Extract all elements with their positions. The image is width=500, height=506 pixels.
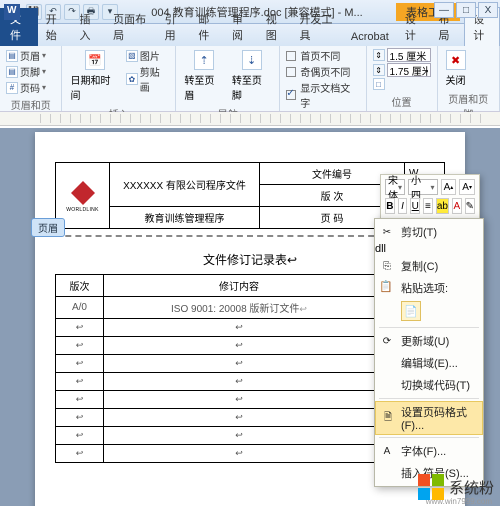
tab-table-design[interactable]: 设计: [397, 8, 431, 46]
minimize-button[interactable]: —: [434, 2, 454, 18]
footer-icon: ▤: [6, 66, 18, 78]
paste-options-row: 📄: [375, 299, 483, 325]
page-number-button[interactable]: #页码▾: [6, 80, 46, 95]
horizontal-ruler[interactable]: [0, 112, 500, 126]
paste-keep-formatting-button[interactable]: 📄: [401, 301, 421, 321]
menu-cut[interactable]: ✂剪切(T): [375, 221, 483, 243]
menu-separator: [379, 327, 479, 328]
menu-separator: [379, 398, 479, 399]
insert-alignment-tab-button[interactable]: □: [373, 78, 431, 90]
clipboard-icon: 📋: [379, 280, 393, 293]
watermark-text: 系统粉: [449, 477, 494, 498]
company-name-cell: XXXXXX 有限公司程序文件: [110, 163, 260, 207]
ribbon: ▤页眉▾ ▤页脚▾ #页码▾ 页眉和页脚 📅日期和时间 ▧图片 ✿剪贴画 插入 …: [0, 46, 500, 112]
page-number-format-icon: 🗎: [380, 410, 396, 426]
group-label: 位置: [373, 94, 431, 109]
group-position: ⇕ ⇕ □ 位置: [367, 46, 438, 111]
shrink-font-button[interactable]: A▾: [459, 179, 475, 195]
close-header-footer-button[interactable]: ✖关闭: [444, 48, 468, 89]
copy-icon: ⎘: [379, 258, 395, 274]
scissors-icon: ✂: [379, 224, 395, 240]
tab-home[interactable]: 开始: [38, 8, 72, 46]
align-button[interactable]: ≡: [423, 198, 433, 214]
checkbox-icon: [286, 67, 296, 77]
clipart-icon: ✿: [126, 73, 138, 85]
show-document-text-checkbox[interactable]: 显示文档文字: [286, 80, 359, 110]
footer-bottom-input[interactable]: [387, 63, 431, 77]
picture-icon: ▧: [126, 50, 138, 62]
goto-footer-button[interactable]: ⇣转至页脚: [230, 48, 274, 104]
group-navigation: ⇡转至页眉 ⇣转至页脚 导航: [176, 46, 280, 111]
footer-from-bottom-spinner[interactable]: ⇕: [373, 63, 431, 77]
tab-icon: □: [373, 78, 385, 90]
date-time-button[interactable]: 📅日期和时间: [68, 48, 121, 104]
col-content: 修订内容: [104, 275, 375, 297]
goto-header-button[interactable]: ⇡转至页眉: [182, 48, 226, 104]
clipart-button[interactable]: ✿剪贴画: [126, 64, 169, 94]
header-icon: ▤: [6, 50, 18, 62]
grow-font-button[interactable]: A▴: [441, 179, 457, 195]
font-icon: A: [379, 443, 395, 459]
header-from-top-spinner[interactable]: ⇕: [373, 48, 431, 62]
tab-references[interactable]: 引用: [157, 8, 191, 46]
picture-button[interactable]: ▧图片: [126, 48, 169, 63]
header-top-input[interactable]: [387, 48, 431, 62]
italic-button[interactable]: I: [398, 198, 408, 214]
context-menu: ✂剪切(T) dll ⎘复制(C) 📋粘贴选项: 📄 ⟳更新域(U) 编辑域(E…: [374, 218, 484, 487]
different-odd-even-checkbox[interactable]: 奇偶页不同: [286, 64, 359, 79]
font-color-button[interactable]: A: [452, 198, 462, 214]
paste-options-label: 📋粘贴选项:: [375, 277, 483, 299]
tab-developer[interactable]: 开发工具: [291, 8, 342, 46]
tab-insert[interactable]: 插入: [71, 8, 105, 46]
header-button[interactable]: ▤页眉▾: [6, 48, 46, 63]
checkbox-icon: [286, 51, 296, 61]
goto-footer-icon: ⇣: [242, 50, 262, 70]
different-first-page-checkbox[interactable]: 首页不同: [286, 48, 359, 63]
menu-toggle-field-codes[interactable]: 切换域代码(T): [375, 374, 483, 396]
maximize-button[interactable]: □: [456, 2, 476, 18]
ruler-icon: ⇕: [373, 49, 385, 61]
menu-update-field[interactable]: ⟳更新域(U): [375, 330, 483, 352]
page-number-icon: #: [6, 82, 18, 94]
highlight-button[interactable]: ab: [436, 198, 449, 214]
group-insert: 📅日期和时间 ▧图片 ✿剪贴画 插入: [62, 46, 176, 111]
mini-toolbar[interactable]: 宋体▾ 小四▾ A▴ A▾ B I U ≡ ab A ✎: [380, 174, 480, 222]
menu-separator: [379, 437, 479, 438]
menu-copy[interactable]: ⎘复制(C): [375, 255, 483, 277]
checkbox-icon: [286, 90, 296, 100]
procedure-name-cell: 教育训练管理程序: [110, 207, 260, 229]
window-controls: — □ X: [434, 2, 498, 18]
microsoft-logo-icon: [418, 474, 444, 500]
group-header-footer: ▤页眉▾ ▤页脚▾ #页码▾ 页眉和页脚: [0, 46, 62, 111]
logo-text: WORLDLINK: [60, 207, 105, 213]
tab-view[interactable]: 视图: [258, 8, 292, 46]
menu-page-number-format[interactable]: 🗎设置页码格式(F)...: [375, 401, 483, 435]
company-logo-icon: [69, 179, 97, 207]
calendar-icon: 📅: [85, 50, 105, 70]
format-painter-button[interactable]: ✎: [465, 198, 475, 214]
ribbon-tabs: 文件 开始 插入 页面布局 引用 邮件 审阅 视图 开发工具 Acrobat 设…: [0, 24, 500, 46]
underline-button[interactable]: U: [410, 198, 420, 214]
word-app-icon: [4, 4, 20, 20]
ruler-icon: ⇕: [373, 64, 385, 76]
header-region-tag: 页眉: [31, 218, 65, 237]
tab-mailings[interactable]: 邮件: [190, 8, 224, 46]
font-family-select[interactable]: 宋体▾: [385, 179, 405, 195]
refresh-icon: ⟳: [379, 333, 395, 349]
footer-button[interactable]: ▤页脚▾: [6, 64, 46, 79]
bold-button[interactable]: B: [385, 198, 395, 214]
tab-acrobat[interactable]: Acrobat: [343, 28, 397, 46]
font-size-select[interactable]: 小四▾: [408, 179, 438, 195]
close-button[interactable]: X: [478, 2, 498, 18]
close-icon: ✖: [446, 50, 466, 70]
watermark: 系统粉: [418, 474, 494, 500]
menu-edit-field[interactable]: 编辑域(E)...: [375, 352, 483, 374]
group-close: ✖关闭 页眉和页脚: [438, 46, 500, 111]
group-options: 首页不同 奇偶页不同 显示文档文字 选项: [280, 46, 366, 111]
tab-layout[interactable]: 页面布局: [105, 8, 156, 46]
col-version: 版次: [56, 275, 104, 297]
goto-header-icon: ⇡: [194, 50, 214, 70]
menu-font[interactable]: A字体(F)...: [375, 440, 483, 462]
tab-review[interactable]: 审阅: [224, 8, 258, 46]
